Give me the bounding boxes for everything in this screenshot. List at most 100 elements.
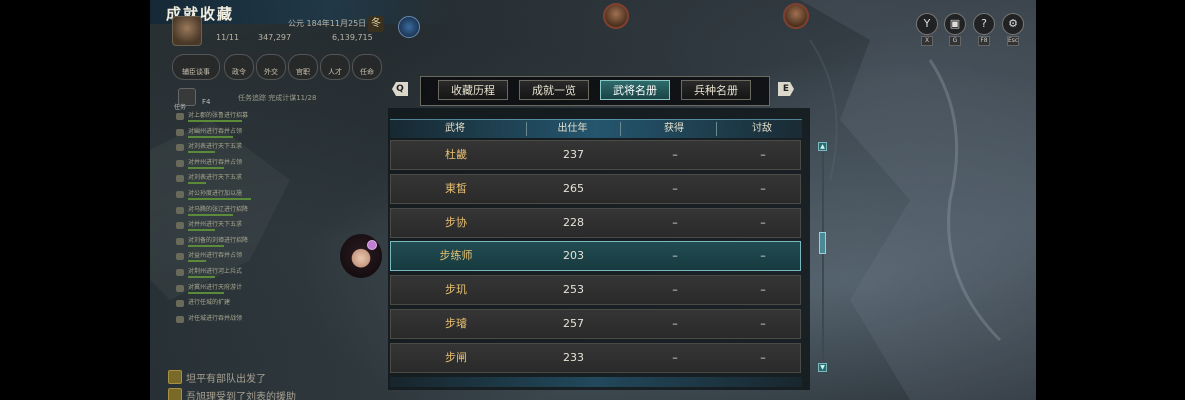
scroll-up-button[interactable]: ▲	[818, 142, 827, 151]
general-name-cell: 杜畿	[445, 148, 467, 161]
quest-item[interactable]: 进行任城的扩建	[174, 297, 304, 313]
quest-text: 对益州进行吞并占领	[188, 252, 243, 260]
quest-progress-bar	[188, 260, 206, 263]
quest-item[interactable]: 对马腾的张辽进行招降	[174, 204, 304, 220]
notification-text: 坦平有部队出发了	[186, 374, 266, 385]
defeated-cell: –	[760, 351, 766, 364]
quest-item[interactable]: 对上郡的张鲁进行招募	[174, 110, 304, 126]
advance-orb-button[interactable]	[398, 16, 420, 38]
year-cell: 257	[563, 317, 584, 330]
obtained-cell: –	[672, 249, 678, 262]
table-row[interactable]: 步璿 257 – –	[390, 309, 801, 339]
quest-text: 对刘表进行天下五求	[188, 174, 243, 182]
column-header-obtained[interactable]: 获得	[625, 120, 723, 138]
column-header-defeated[interactable]: 讨敌	[723, 120, 801, 138]
column-header-general[interactable]: 武将	[390, 120, 520, 138]
command-label: 人才	[328, 68, 342, 76]
table-row[interactable]: 步协 228 – –	[390, 208, 801, 238]
letterbox-left	[0, 0, 150, 400]
quest-text: 对刘备的刘璋进行招降	[188, 236, 249, 244]
quest-progress-bar	[188, 291, 224, 294]
military-icon[interactable]: Y	[916, 13, 938, 35]
command-button-5[interactable]: 任命	[352, 54, 382, 80]
column-header-year[interactable]: 出仕年	[520, 120, 625, 138]
defeated-cell: –	[760, 216, 766, 229]
obtained-cell: –	[672, 351, 678, 364]
general-name-cell: 步协	[445, 216, 467, 229]
quest-text: 进行任城的扩建	[188, 299, 231, 307]
scrollbar-thumb[interactable]	[819, 232, 826, 254]
quest-text: 对任城进行吞并战领	[188, 314, 243, 322]
general-name-cell: 東皙	[445, 182, 467, 195]
quest-item[interactable]: 对刘表进行天下五求	[174, 172, 304, 188]
scroll-down-button[interactable]: ▼	[818, 363, 827, 372]
obtained-cell: –	[672, 182, 678, 195]
command-label: 官职	[296, 68, 310, 76]
tab-unit-roster[interactable]: 兵种名册	[681, 80, 751, 100]
quest-text: 对冀州进行天府游计	[188, 283, 243, 291]
year-cell: 265	[563, 182, 584, 195]
quest-progress-bar	[188, 151, 215, 154]
table-row[interactable]: 步练师 203 – –	[390, 241, 801, 271]
ruler-avatar[interactable]	[172, 16, 202, 46]
help-icon[interactable]: ?	[973, 13, 995, 35]
quest-text: 对刘表进行天下五求	[188, 143, 243, 151]
quest-item[interactable]: 对刘备的刘璋进行招降	[174, 235, 304, 251]
general-name-cell: 步练师	[439, 249, 473, 262]
quest-item[interactable]: 对公孙度进行加以施	[174, 188, 304, 204]
resource-strip: 公元 184年11月25日 11/11 347,297 6,139,715 冬	[172, 16, 422, 48]
quest-progress-bar	[188, 135, 233, 138]
column-divider	[620, 122, 621, 136]
command-label: 政令	[232, 68, 246, 76]
officer-portrait-icon[interactable]	[603, 3, 629, 29]
quest-progress-bar	[188, 275, 215, 278]
table-row[interactable]: 步玑 253 – –	[390, 275, 801, 305]
record-icon[interactable]: ▣	[944, 13, 966, 35]
table-row[interactable]: 步闸 233 – –	[390, 343, 801, 373]
notification-icon	[168, 388, 182, 400]
notification: 吾旭理受到了刘表的援助	[168, 388, 296, 400]
quest-item[interactable]: 对并州进行吞并占领	[174, 157, 304, 173]
tab-general-roster[interactable]: 武将名册	[600, 80, 670, 100]
gold-amount: 347,297	[258, 33, 292, 42]
quest-item[interactable]: 对刘表进行天下五求	[174, 141, 304, 157]
selected-general-avatar	[340, 234, 382, 278]
table-row[interactable]: 杜畿 237 – –	[390, 140, 801, 170]
defeated-cell: –	[760, 249, 766, 262]
notification-icon	[168, 370, 182, 384]
year-cell: 233	[563, 351, 584, 364]
quest-text: 对并州进行吞并占领	[188, 158, 243, 166]
year-cell: 253	[563, 283, 584, 296]
hair-flower-icon	[367, 240, 377, 250]
quest-progress-bar	[188, 166, 224, 169]
date-text: 公元 184年11月25日	[288, 19, 367, 28]
vassal-button[interactable]: 辅臣谈事	[172, 54, 220, 80]
quest-item[interactable]: 对荆州进行河上兵式	[174, 266, 304, 282]
officer-portrait-icon[interactable]	[783, 3, 809, 29]
gear-icon[interactable]: ⚙	[1002, 13, 1024, 35]
command-button-1[interactable]: 政令	[224, 54, 254, 80]
quest-item[interactable]: 对益州进行吞并占领	[174, 250, 304, 266]
quest-item[interactable]: 对并州进行天下五求	[174, 219, 304, 235]
year-cell: 228	[563, 216, 584, 229]
command-label: 外交	[264, 68, 278, 76]
quest-item[interactable]: 对任城进行吞并战领	[174, 313, 304, 329]
command-button-4[interactable]: 人才	[320, 54, 350, 80]
tab-achievement-list[interactable]: 成就一览	[519, 80, 589, 100]
quest-text: 对公孙度进行加以施	[188, 189, 243, 197]
season-badge: 冬	[368, 16, 384, 32]
quest-progress-bar	[188, 229, 215, 232]
task-tracker-header: 任务追踪 完成计谋11/28	[238, 94, 317, 102]
defeated-cell: –	[760, 317, 766, 330]
tab-collection-history[interactable]: 收藏历程	[438, 80, 508, 100]
quest-text: 对并州进行天下五求	[188, 221, 243, 229]
table-row[interactable]: 東皙 265 – –	[390, 174, 801, 204]
quest-progress-bar	[188, 182, 206, 185]
quest-item[interactable]: 对冀州进行天府游计	[174, 282, 304, 298]
vassal-label: 辅臣谈事	[182, 68, 210, 76]
command-button-2[interactable]: 外交	[256, 54, 286, 80]
scrollbar-track[interactable]	[822, 152, 824, 360]
command-button-3[interactable]: 官职	[288, 54, 318, 80]
defeated-cell: –	[760, 182, 766, 195]
quest-item[interactable]: 对幽州进行吞并占领	[174, 126, 304, 142]
